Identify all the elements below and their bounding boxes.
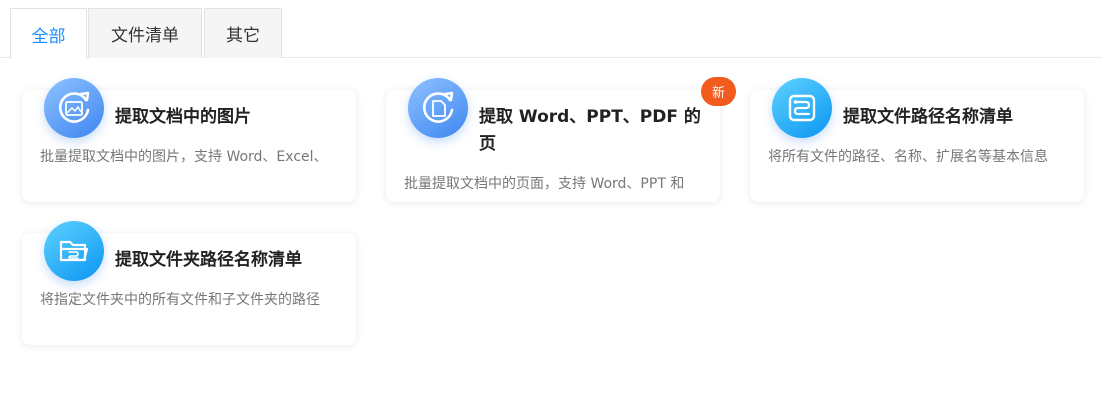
tool-card-extract-pages[interactable]: 提取 Word、PPT、PDF 的页 批量提取文档中的页面，支持 Word、PP… [386, 77, 736, 202]
new-badge: 新 [701, 77, 736, 106]
page-extract-icon [408, 78, 468, 138]
folder-path-list-icon [44, 221, 104, 281]
card-title: 提取 Word、PPT、PDF 的页 [479, 107, 701, 154]
card-description: 将指定文件夹中的所有文件和子文件夹的路径 [40, 292, 320, 308]
card-description: 将所有文件的路径、名称、扩展名等基本信息 [768, 149, 1048, 165]
tool-card-extract-images[interactable]: 提取文档中的图片 批量提取文档中的图片，支持 Word、Excel、 [22, 78, 356, 202]
card-title: 提取文档中的图片 [115, 107, 251, 127]
tab-file-list[interactable]: 文件清单 [88, 8, 202, 58]
card-title: 提取文件路径名称清单 [843, 107, 1013, 127]
tool-card-folder-path-list[interactable]: 提取文件夹路径名称清单 将指定文件夹中的所有文件和子文件夹的路径 [22, 221, 356, 345]
card-description: 批量提取文档中的图片，支持 Word、Excel、 [40, 149, 328, 165]
tab-bar: 全部 文件清单 其它 [0, 0, 1102, 59]
card-description: 批量提取文档中的页面，支持 Word、PPT 和 [404, 176, 685, 192]
card-title: 提取文件夹路径名称清单 [115, 250, 302, 270]
file-path-list-icon [772, 78, 832, 138]
tab-all[interactable]: 全部 [10, 8, 87, 59]
tool-card-file-path-list[interactable]: 提取文件路径名称清单 将所有文件的路径、名称、扩展名等基本信息 [750, 78, 1084, 202]
tab-other[interactable]: 其它 [204, 8, 282, 58]
image-extract-icon [44, 78, 104, 138]
